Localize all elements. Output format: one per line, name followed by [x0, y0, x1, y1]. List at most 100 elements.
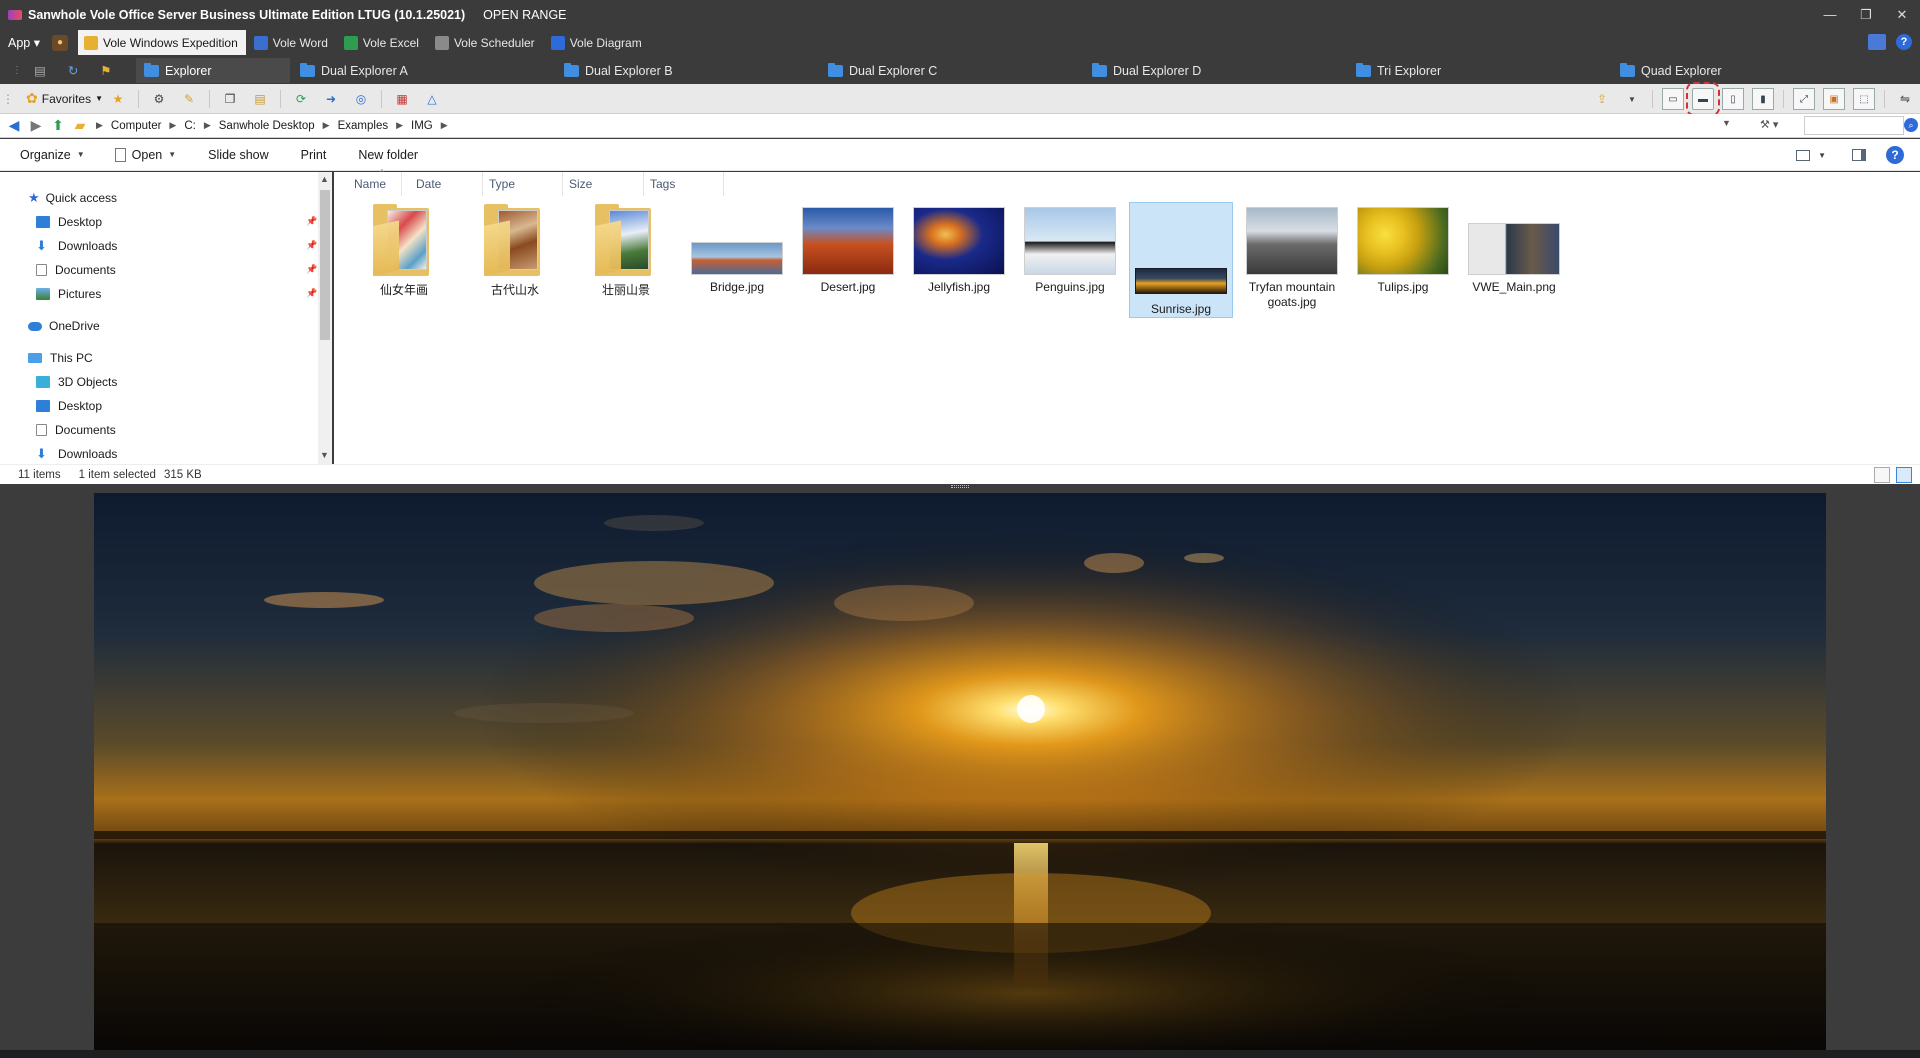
tab-dual-explorer-b[interactable]: Dual Explorer B — [556, 58, 681, 83]
file-tile[interactable]: Jellyfish.jpg — [907, 202, 1011, 295]
tab-dual-explorer-d[interactable]: Dual Explorer D — [1084, 58, 1209, 83]
chevron-right-icon[interactable]: ▶ — [396, 120, 403, 131]
new-folder-button[interactable]: New folder — [358, 148, 418, 162]
favorites-button[interactable]: ✿ Favorites ▼ — [26, 90, 103, 107]
file-tile[interactable]: Desert.jpg — [796, 202, 900, 295]
search-options-icon[interactable]: ⚒ ▾ — [1760, 118, 1778, 131]
crumb-examples[interactable]: Examples — [330, 120, 397, 132]
chevron-right-icon[interactable]: ▶ — [169, 120, 176, 131]
crumb-drive[interactable]: C: — [176, 120, 204, 132]
apptab-vole-word[interactable]: Vole Word — [248, 30, 336, 55]
clean-icon[interactable]: ✎ — [178, 88, 200, 110]
nav-pc-downloads[interactable]: ⬇ Downloads — [36, 444, 117, 464]
file-tile-selected[interactable]: Sunrise.jpg — [1129, 202, 1233, 318]
splitter-grip[interactable] — [951, 485, 969, 488]
tab-dual-explorer-c[interactable]: Dual Explorer C — [820, 58, 945, 83]
forward-icon[interactable]: ▶ — [28, 117, 44, 134]
zoom-fit-icon[interactable]: ⤢ — [1793, 88, 1815, 110]
zoom-full-icon[interactable]: ⬚ — [1853, 88, 1875, 110]
slideshow-button[interactable]: Slide show — [208, 148, 268, 162]
file-tile[interactable]: Tulips.jpg — [1351, 202, 1455, 295]
apptab-vole-diagram[interactable]: Vole Diagram — [545, 30, 650, 55]
help-icon[interactable]: ? — [1896, 34, 1912, 50]
refresh-icon[interactable]: ⟳ — [290, 88, 312, 110]
minimize-icon[interactable]: — — [1812, 0, 1848, 29]
nav-onedrive[interactable]: OneDrive — [28, 316, 100, 336]
chevron-down-icon[interactable]: ▼ — [1818, 151, 1826, 160]
quick-tool-icon[interactable]: ● — [52, 34, 68, 51]
search-input[interactable] — [1804, 116, 1904, 135]
paste-icon[interactable]: ▤ — [249, 88, 271, 110]
change-view-icon[interactable] — [1796, 149, 1811, 161]
sync-icon[interactable]: ◎ — [350, 88, 372, 110]
file-tile[interactable]: 古代山水 — [463, 202, 567, 298]
pane-splitter[interactable] — [0, 484, 1920, 493]
apptab-vole-windows-expedition[interactable]: Vole Windows Expedition — [78, 30, 246, 55]
copy-icon[interactable]: ❐ — [219, 88, 241, 110]
zoom-image-icon[interactable]: ▣ — [1823, 88, 1845, 110]
nav-quick-downloads[interactable]: ⬇ Downloads 📌 — [36, 236, 326, 256]
up-folder-icon[interactable]: ⬆ — [50, 117, 66, 134]
tab-tri-explorer[interactable]: Tri Explorer — [1348, 58, 1449, 83]
organize-button[interactable]: Organize ▼ — [20, 148, 85, 162]
chevron-down-icon[interactable]: ▼ — [1621, 88, 1643, 110]
nav-pc-documents[interactable]: Documents — [36, 420, 116, 440]
properties-icon[interactable]: ⚙ — [148, 88, 170, 110]
layout-preview-bottom-icon[interactable]: ▬ — [1686, 82, 1720, 116]
column-tags[interactable]: Tags — [644, 172, 724, 196]
close-icon[interactable]: ✕ — [1884, 0, 1920, 29]
print-button[interactable]: Print — [301, 148, 327, 162]
triangle-icon[interactable]: △ — [421, 88, 443, 110]
nav-quick-pictures[interactable]: Pictures 📌 — [36, 284, 326, 304]
share-icon[interactable]: ⇪ — [1591, 88, 1613, 110]
nav-quick-documents[interactable]: Documents 📌 — [36, 260, 326, 280]
crumb-computer[interactable]: Computer — [103, 120, 170, 132]
pin-icon[interactable]: 📌 — [306, 264, 317, 275]
nav-quick-access[interactable]: ★ Quick access — [28, 188, 117, 208]
forward-circle-icon[interactable]: ➜ — [320, 88, 342, 110]
back-icon[interactable]: ◀ — [6, 117, 22, 134]
nav-pc-3d-objects[interactable]: 3D Objects — [36, 372, 117, 392]
file-tile[interactable]: Tryfan mountain goats.jpg — [1240, 202, 1344, 310]
layout-nav-left-icon[interactable]: ▮ — [1752, 88, 1774, 110]
help-icon[interactable]: ? — [1886, 146, 1904, 164]
preview-pane-icon[interactable] — [1852, 149, 1866, 161]
monitor-icon[interactable] — [1868, 34, 1886, 50]
address-history-dropdown[interactable]: ▼ — [1722, 118, 1731, 128]
file-tile[interactable]: 仙女年画 — [352, 202, 456, 298]
column-date[interactable]: Date — [402, 172, 483, 196]
chevron-right-icon[interactable]: ▶ — [204, 120, 211, 131]
tab-explorer[interactable]: Explorer — [136, 58, 290, 83]
crumb-img[interactable]: IMG — [403, 120, 441, 132]
nav-quick-desktop[interactable]: Desktop 📌 — [36, 212, 326, 232]
app-menu[interactable]: App ▾ — [8, 35, 40, 50]
crumb-sanwhole-desktop[interactable]: Sanwhole Desktop — [211, 120, 323, 132]
nav-pc-desktop[interactable]: Desktop — [36, 396, 102, 416]
apptab-vole-excel[interactable]: Vole Excel — [338, 30, 427, 55]
more-options-icon[interactable]: ⇋ — [1894, 88, 1916, 110]
file-tile[interactable]: 壮丽山景 — [574, 202, 678, 298]
tab-dual-explorer-a[interactable]: Dual Explorer A — [292, 58, 416, 83]
colors-icon[interactable]: ▦ — [391, 88, 413, 110]
large-icons-view-icon[interactable] — [1896, 467, 1912, 483]
column-size[interactable]: Size — [563, 172, 644, 196]
scroll-down-icon[interactable]: ▼ — [320, 450, 329, 460]
file-tile[interactable]: VWE_Main.png — [1462, 202, 1566, 295]
nav-scrollbar[interactable]: ▲ ▼ — [318, 172, 332, 464]
column-type[interactable]: Type — [483, 172, 563, 196]
apptab-vole-scheduler[interactable]: Vole Scheduler — [429, 30, 543, 55]
scroll-up-icon[interactable]: ▲ — [320, 174, 329, 184]
file-tile[interactable]: Bridge.jpg — [685, 202, 789, 295]
chevron-right-icon[interactable]: ▶ — [441, 120, 448, 131]
layout-preview-right-icon[interactable]: ▯ — [1722, 88, 1744, 110]
restore-icon[interactable]: ❐ — [1848, 0, 1884, 29]
nav-this-pc[interactable]: This PC — [28, 348, 93, 368]
pin-icon[interactable]: 📌 — [306, 288, 317, 299]
layout-top-pane-icon[interactable]: ▭ — [1662, 88, 1684, 110]
tab-quad-explorer[interactable]: Quad Explorer — [1612, 58, 1730, 83]
add-favorite-icon[interactable]: ★ — [107, 88, 129, 110]
pin-icon[interactable]: 📌 — [306, 216, 317, 227]
details-view-icon[interactable] — [1874, 467, 1890, 483]
column-name[interactable]: Name — [334, 172, 402, 196]
scrollbar-thumb[interactable] — [320, 190, 330, 340]
